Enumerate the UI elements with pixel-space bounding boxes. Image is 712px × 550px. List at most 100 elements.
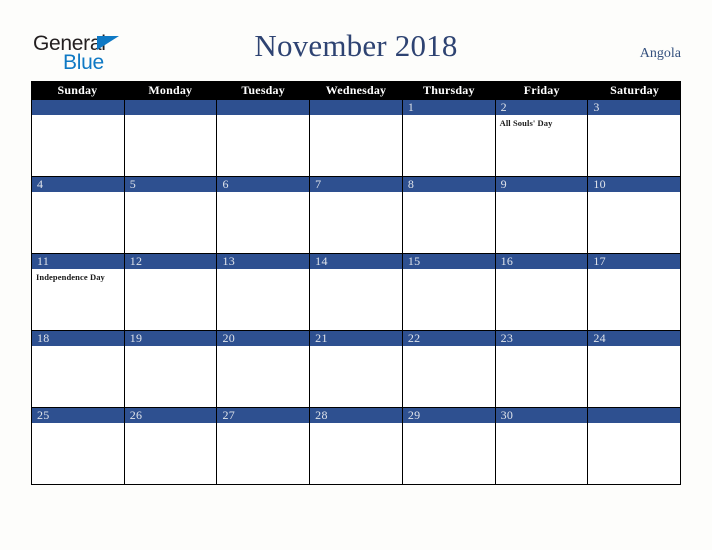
day-number: 30 [500, 408, 514, 422]
calendar-day-cell[interactable]: 24 [588, 331, 681, 407]
day-events [125, 192, 217, 195]
calendar-day-cell[interactable]: 28 [310, 408, 403, 484]
day-number-band [124, 100, 217, 115]
day-number-band: 8 [402, 177, 495, 192]
calendar-day-cell-empty [310, 100, 403, 176]
day-number-band: 5 [124, 177, 217, 192]
day-number-band: 17 [588, 254, 681, 269]
calendar-day-cell[interactable]: 1 [402, 100, 496, 176]
day-events [32, 115, 124, 118]
day-number: 15 [407, 254, 421, 268]
day-number-band [217, 100, 310, 115]
calendar-day-cell[interactable]: 18 [32, 331, 125, 407]
calendar-week-row: 1 2 All Souls' Day 3 [31, 100, 681, 177]
day-number: 10 [593, 177, 606, 191]
day-number-band: 18 [32, 331, 124, 346]
calendar-day-cell[interactable]: 14 [310, 254, 403, 330]
day-events: All Souls' Day [496, 115, 588, 129]
day-number-band: 19 [124, 331, 217, 346]
day-number-band [588, 408, 681, 423]
calendar-day-cell[interactable]: 13 [217, 254, 311, 330]
calendar-day-cell[interactable]: 5 [124, 177, 218, 253]
day-number-band: 1 [402, 100, 495, 115]
day-number-band [32, 100, 124, 115]
calendar-day-cell[interactable]: 10 [588, 177, 681, 253]
calendar-week-row: 4 5 6 7 8 9 10 [31, 177, 681, 254]
calendar-day-cell[interactable]: 15 [402, 254, 496, 330]
calendar-day-cell-empty [217, 100, 311, 176]
day-number-band: 2 [495, 100, 588, 115]
day-number-band: 13 [217, 254, 310, 269]
calendar-day-cell[interactable]: 3 [588, 100, 681, 176]
page-title: November 2018 [254, 28, 458, 63]
holiday-label: All Souls' Day [499, 118, 553, 128]
calendar-day-cell[interactable]: 17 [588, 254, 681, 330]
day-events [496, 346, 588, 349]
calendar-day-cell[interactable]: 8 [402, 177, 496, 253]
calendar-day-cell-empty [32, 100, 125, 176]
holiday-label: Independence Day [36, 272, 105, 282]
day-events [588, 423, 680, 426]
day-number: 3 [593, 100, 600, 114]
calendar-day-cell[interactable]: 4 [32, 177, 125, 253]
day-events [403, 115, 495, 118]
day-number: 28 [315, 408, 328, 422]
day-events [217, 269, 309, 272]
calendar-day-cell[interactable]: 20 [217, 331, 311, 407]
day-number-band: 29 [402, 408, 495, 423]
day-number: 21 [315, 331, 328, 345]
day-number-band: 7 [310, 177, 402, 192]
day-number: 16 [500, 254, 514, 268]
day-number-band: 21 [310, 331, 402, 346]
day-events [496, 423, 588, 426]
day-events [32, 192, 124, 195]
day-number-band: 28 [310, 408, 402, 423]
day-events [588, 115, 680, 118]
calendar-day-cell[interactable]: 26 [124, 408, 218, 484]
day-events [403, 269, 495, 272]
calendar-day-cell[interactable]: 23 [495, 331, 589, 407]
day-events [125, 423, 217, 426]
day-events [217, 192, 309, 195]
day-number: 27 [222, 408, 236, 422]
day-number: 24 [593, 331, 606, 345]
day-events [310, 115, 402, 118]
day-number: 6 [222, 177, 229, 191]
day-number: 13 [222, 254, 236, 268]
calendar-day-cell[interactable]: 29 [402, 408, 496, 484]
day-number: 26 [129, 408, 143, 422]
day-number: 29 [407, 408, 421, 422]
day-number-band: 4 [32, 177, 124, 192]
calendar-day-cell-empty [124, 100, 218, 176]
day-number-band: 27 [217, 408, 310, 423]
calendar-day-cell[interactable]: 30 [495, 408, 589, 484]
weekday-header-thursday: Thursday [423, 83, 475, 97]
day-events [588, 346, 680, 349]
day-number-band: 10 [588, 177, 681, 192]
day-number: 8 [407, 177, 415, 191]
day-events [125, 269, 217, 272]
day-number: 5 [129, 177, 137, 191]
calendar-day-cell[interactable]: 25 [32, 408, 125, 484]
calendar-day-cell[interactable]: 9 [495, 177, 589, 253]
calendar-day-cell[interactable]: 6 [217, 177, 311, 253]
weekday-header-row: Sunday Monday Tuesday Wednesday Thursday… [31, 81, 681, 100]
calendar-day-cell[interactable]: 11 Independence Day [32, 254, 125, 330]
day-events [217, 115, 309, 118]
weekday-header-tuesday: Tuesday [241, 83, 285, 97]
day-number: 23 [500, 331, 514, 345]
day-number: 1 [407, 100, 415, 114]
calendar-day-cell[interactable]: 12 [124, 254, 218, 330]
calendar-day-cell[interactable]: 21 [310, 331, 403, 407]
calendar-day-cell[interactable]: 22 [402, 331, 496, 407]
day-number: 17 [593, 254, 606, 268]
weekday-header-friday: Friday [523, 83, 560, 97]
calendar-day-cell[interactable]: 27 [217, 408, 311, 484]
calendar-week-row: 11 Independence Day 12 13 14 15 16 17 [31, 254, 681, 331]
calendar-weeks: 1 2 All Souls' Day 3 4 5 6 7 8 9 10 11 Independence … [31, 100, 681, 485]
day-number: 9 [500, 177, 507, 191]
calendar-day-cell[interactable]: 19 [124, 331, 218, 407]
calendar-day-cell[interactable]: 16 [495, 254, 589, 330]
calendar-day-cell[interactable]: 2 All Souls' Day [495, 100, 589, 176]
calendar-day-cell[interactable]: 7 [310, 177, 403, 253]
